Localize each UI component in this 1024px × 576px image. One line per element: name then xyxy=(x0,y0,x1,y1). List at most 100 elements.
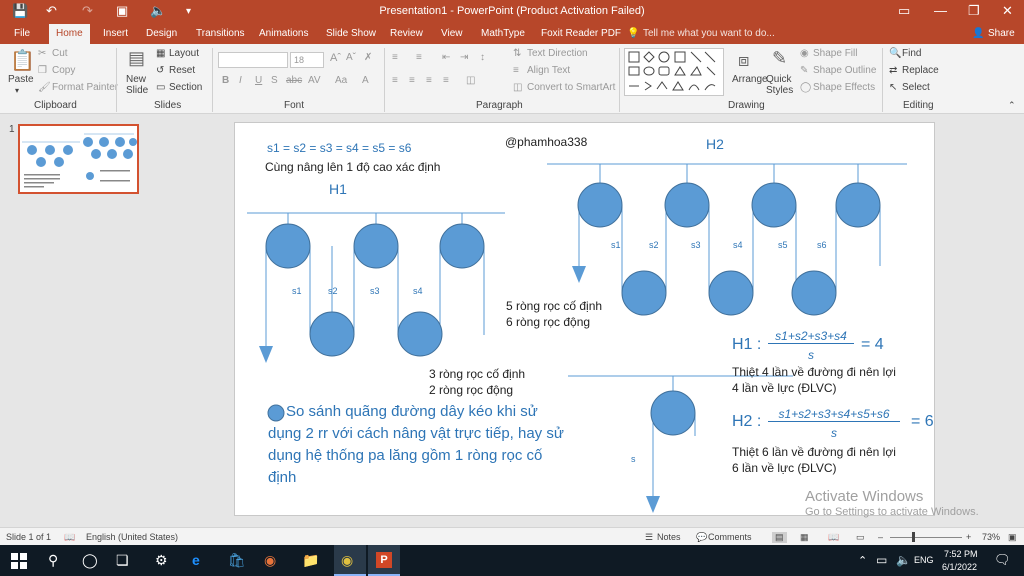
find-button[interactable]: Find xyxy=(902,48,921,59)
close-icon[interactable]: ✕ xyxy=(1002,3,1013,19)
reset-icon[interactable]: ↺ xyxy=(156,65,164,76)
cortana-icon[interactable]: ◯ xyxy=(82,552,98,569)
ribbon-display-icon[interactable]: ▭ xyxy=(898,3,910,19)
shape-outline-button[interactable]: Shape Outline xyxy=(813,65,876,76)
file-explorer-icon[interactable]: 📁 xyxy=(302,552,319,569)
select-button[interactable]: Select xyxy=(902,82,930,93)
tab-transitions[interactable]: Transitions xyxy=(196,28,245,39)
windows-start-icon[interactable] xyxy=(11,553,27,569)
copy-button[interactable]: Copy xyxy=(52,65,75,76)
format-painter-icon[interactable]: 🖌 xyxy=(38,82,51,93)
new-slide-icon[interactable]: ▤ xyxy=(128,48,145,69)
tab-view[interactable]: View xyxy=(441,28,463,39)
fit-slide-icon[interactable]: ▣ xyxy=(1008,532,1017,543)
zoom-in-icon[interactable]: + xyxy=(966,532,971,542)
settings-icon[interactable]: ⚙ xyxy=(155,552,168,569)
layout-button[interactable]: Layout xyxy=(169,48,199,59)
find-icon[interactable]: 🔍 xyxy=(889,48,901,59)
align-text-icon[interactable]: ≡ xyxy=(513,65,519,76)
section-button[interactable]: Section xyxy=(169,82,202,93)
language-indicator[interactable]: ENG xyxy=(914,555,934,565)
arrange-button[interactable]: Arrange xyxy=(732,74,768,85)
text-direction-button[interactable]: Text Direction xyxy=(527,48,588,59)
comments-button[interactable]: Comments xyxy=(708,532,752,542)
cut-icon[interactable]: ✂ xyxy=(38,48,46,59)
font-color-icon[interactable]: A xyxy=(362,75,369,86)
zoom-slider-thumb[interactable] xyxy=(912,532,915,542)
shrink-font-icon[interactable]: Aˇ xyxy=(346,52,356,63)
tab-design[interactable]: Design xyxy=(146,28,177,39)
slide-thumbnail[interactable] xyxy=(18,124,139,194)
underline-icon[interactable]: U xyxy=(255,75,262,86)
tab-foxit-reader-pdf[interactable]: Foxit Reader PDF xyxy=(541,28,621,39)
notes-icon[interactable]: ☰ xyxy=(645,532,653,543)
show-hidden-icons-icon[interactable]: ⌃ xyxy=(858,554,867,567)
comments-icon[interactable]: 💬 xyxy=(696,532,707,543)
convert-smartart-button[interactable]: Convert to SmartArt xyxy=(527,82,615,93)
layout-icon[interactable]: ▦ xyxy=(156,48,165,59)
tab-home[interactable]: Home xyxy=(49,24,90,44)
font-size-box[interactable]: 18 xyxy=(290,52,324,68)
numbering-icon[interactable]: ≡ xyxy=(416,52,422,63)
slide[interactable]: s1 = s2 = s3 = s4 = s5 = s6 Cùng nâng lê… xyxy=(234,122,935,516)
clear-formatting-icon[interactable]: ✗ xyxy=(364,52,372,63)
share-button[interactable]: Share xyxy=(988,28,1015,39)
shape-fill-button[interactable]: Shape Fill xyxy=(813,48,857,59)
notes-button[interactable]: Notes xyxy=(657,532,681,542)
line-spacing-icon[interactable]: ↕ xyxy=(480,52,485,63)
select-icon[interactable]: ↖ xyxy=(889,82,897,93)
new-slide-button[interactable]: New Slide xyxy=(126,74,152,96)
reading-view-icon[interactable]: 📖 xyxy=(828,532,839,543)
tab-file[interactable]: File xyxy=(14,28,30,39)
normal-view-icon[interactable]: ▤ xyxy=(772,532,787,543)
zoom-level[interactable]: 73% xyxy=(982,532,1000,542)
shape-effects-icon[interactable]: ◯ xyxy=(800,82,811,93)
shape-effects-button[interactable]: Shape Effects xyxy=(813,82,875,93)
volume-icon[interactable]: 🔈 xyxy=(896,553,911,567)
cut-button[interactable]: Cut xyxy=(52,48,68,59)
increase-indent-icon[interactable]: ⇥ xyxy=(460,52,468,63)
tab-review[interactable]: Review xyxy=(390,28,423,39)
search-icon[interactable]: ⚲ xyxy=(48,552,58,569)
smartart-icon[interactable]: ◫ xyxy=(513,82,522,93)
align-right-icon[interactable]: ≡ xyxy=(426,75,432,86)
columns-icon[interactable]: ◫ xyxy=(466,75,475,86)
replace-icon[interactable]: ⇄ xyxy=(889,65,897,76)
grow-font-icon[interactable]: Aˆ xyxy=(330,52,341,64)
tab-insert[interactable]: Insert xyxy=(103,28,128,39)
decrease-indent-icon[interactable]: ⇤ xyxy=(442,52,450,63)
font-name-box[interactable] xyxy=(218,52,288,68)
paste-icon[interactable]: 📋 xyxy=(10,48,35,73)
paste-button[interactable]: Paste xyxy=(8,74,34,85)
powerpoint-icon[interactable]: P xyxy=(376,552,392,568)
italic-icon[interactable]: I xyxy=(239,75,242,86)
collapse-ribbon-icon[interactable]: ⌃ xyxy=(1008,100,1016,111)
language-indicator[interactable]: English (United States) xyxy=(86,532,178,542)
quick-styles-icon[interactable]: ✎ xyxy=(772,48,787,69)
chrome-icon[interactable]: ◉ xyxy=(341,552,353,569)
tab-slide-show[interactable]: Slide Show xyxy=(326,28,376,39)
network-icon[interactable]: ▭ xyxy=(876,553,887,567)
edge-icon[interactable]: e xyxy=(192,552,200,568)
change-case-icon[interactable]: Aa xyxy=(335,75,347,86)
share-icon[interactable]: 👤 xyxy=(972,28,984,39)
spell-check-icon[interactable]: 📖 xyxy=(64,532,75,543)
align-center-icon[interactable]: ≡ xyxy=(409,75,415,86)
section-icon[interactable]: ▭ xyxy=(156,82,165,93)
paste-dropdown-icon[interactable]: ▾ xyxy=(15,86,19,95)
justify-icon[interactable]: ≡ xyxy=(443,75,449,86)
restore-icon[interactable]: ❐ xyxy=(968,3,980,19)
shapes-gallery[interactable] xyxy=(624,48,724,96)
zoom-slider[interactable] xyxy=(890,537,962,538)
zoom-out-icon[interactable]: – xyxy=(878,532,883,542)
text-direction-icon[interactable]: ⇅ xyxy=(513,48,521,59)
clock-time[interactable]: 7:52 PM xyxy=(944,549,978,559)
notifications-icon[interactable]: 🗨 xyxy=(994,552,1011,568)
task-view-icon[interactable]: ❏ xyxy=(116,552,129,569)
tell-me-box[interactable]: Tell me what you want to do... xyxy=(643,28,775,39)
strikethrough-icon[interactable]: abc xyxy=(286,75,302,86)
app-icon[interactable]: ◉ xyxy=(264,552,276,569)
text-shadow-icon[interactable]: S xyxy=(271,75,278,86)
clock-date[interactable]: 6/1/2022 xyxy=(942,562,977,572)
shape-outline-icon[interactable]: ✎ xyxy=(800,65,808,76)
